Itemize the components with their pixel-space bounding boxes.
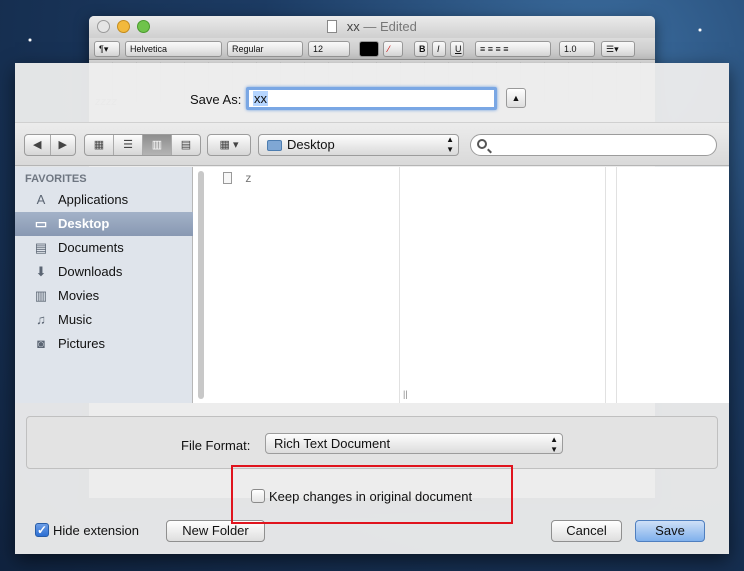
cancel-button[interactable]: Cancel [551,520,622,542]
format-toolbar: ¶▾ Helvetica Regular 12 ⁄ B I U ≡ ≡ ≡ ≡ … [89,38,655,60]
sidebar-item-desktop[interactable]: ▭ Desktop [15,212,193,236]
favorites-heading: FAVORITES [25,173,87,185]
column-resize-handle[interactable]: || [403,389,408,399]
browser-column [413,167,606,403]
hide-extension-checkbox[interactable]: ✓ [35,523,49,537]
sidebar-item-label: Applications [58,192,129,207]
sidebar-item-label: Documents [58,240,124,255]
save-button[interactable]: Save [635,520,705,542]
underline-button[interactable]: U [450,41,464,57]
movies-icon: ▥ [34,288,48,303]
sidebar-item-music[interactable]: ♫ Music [15,308,193,332]
file-format-value: Rich Text Document [274,436,391,451]
search-icon [477,139,487,149]
typeface-popup[interactable]: Regular [227,41,303,57]
search-field[interactable] [470,134,717,156]
file-format-panel: File Format: Rich Text Document ▲ ▼ [26,416,718,469]
documents-icon: ▤ [34,240,48,255]
popup-arrows-icon: ▲ ▼ [550,435,558,454]
save-as-label: Save As: [190,92,242,107]
list-view-button[interactable]: ☰ [114,135,143,155]
collapse-sheet-button[interactable]: ▲ [506,88,526,108]
view-mode-control: ▦ ☰ ▥ ▤ [84,134,201,156]
sidebar-item-label: Desktop [58,216,110,231]
close-button[interactable] [97,20,110,33]
back-button[interactable]: ◀ [25,135,51,155]
navigation-bar: ◀ ▶ ▦ ☰ ▥ ▤ ▦ ▾ Desktop ▲ ▼ [15,122,729,166]
search-input[interactable] [493,137,708,153]
sidebar-item-downloads[interactable]: ⬇ Downloads [15,260,193,284]
minimize-button[interactable] [117,20,130,33]
sidebar-item-movies[interactable]: ▥ Movies [15,284,193,308]
sidebar: FAVORITES A Applications ▭ Desktop ▤ Doc… [15,167,193,403]
column-view-button[interactable]: ▥ [143,135,172,155]
document-icon [327,20,338,33]
window-title: xx [346,19,360,34]
filename-value[interactable]: xx [253,91,268,106]
downloads-icon: ⬇ [35,264,47,279]
sidebar-item-label: Downloads [58,264,123,279]
filename-field[interactable]: xx [246,87,497,110]
edited-indicator: — Edited [363,19,417,34]
pictures-icon: ◙ [37,336,45,351]
zoom-button[interactable] [137,20,150,33]
file-icon [223,172,232,184]
font-family-popup[interactable]: Helvetica [125,41,222,57]
file-format-label: File Format: [181,438,251,453]
desktop-icon: ▭ [34,216,48,231]
sidebar-item-label: Music [58,312,92,327]
line-spacing-popup[interactable]: 1.0 [559,41,595,57]
file-browser: FAVORITES A Applications ▭ Desktop ▤ Doc… [15,167,729,403]
hide-extension-label[interactable]: Hide extension [53,523,139,538]
location-popup[interactable]: Desktop ▲ ▼ [258,134,459,156]
sidebar-item-applications[interactable]: A Applications [15,188,193,212]
paragraph-style-button[interactable]: ¶▾ [94,41,120,57]
arrange-button[interactable]: ▦ ▾ [208,135,250,155]
italic-button[interactable]: I [432,41,446,57]
popup-arrows-icon: ▲ ▼ [446,135,454,154]
sidebar-item-label: Pictures [58,336,105,351]
file-format-popup[interactable]: Rich Text Document ▲ ▼ [265,433,563,454]
list-popup[interactable]: ☰▾ [601,41,635,57]
back-forward-control: ◀ ▶ [24,134,76,156]
sidebar-item-label: Movies [58,288,100,303]
browser-column [605,167,617,403]
alignment-buttons[interactable]: ≡ ≡ ≡ ≡ [475,41,551,57]
window-titlebar: xx — Edited [89,16,655,38]
sidebar-item-pictures[interactable]: ◙ Pictures [15,332,193,356]
annotation-highlight-box [231,465,513,524]
location-label: Desktop [287,137,335,152]
sidebar-item-documents[interactable]: ▤ Documents [15,236,193,260]
forward-button[interactable]: ▶ [51,135,76,155]
browser-column [207,167,400,403]
music-icon: ♫ [36,312,46,327]
save-as-row: Save As: xx ▲ [15,63,729,122]
folder-icon [267,140,282,151]
file-name: z [245,171,252,185]
bold-button[interactable]: B [414,41,428,57]
arrange-control: ▦ ▾ [207,134,251,156]
font-size-field[interactable]: 12 [308,41,350,57]
sidebar-scrollbar[interactable] [198,171,204,399]
file-item[interactable]: z [223,171,251,185]
coverflow-view-button[interactable]: ▤ [172,135,200,155]
text-color-well[interactable] [359,41,379,57]
icon-view-button[interactable]: ▦ [85,135,114,155]
applications-icon: A [36,192,46,207]
background-color-well[interactable]: ⁄ [383,41,403,57]
